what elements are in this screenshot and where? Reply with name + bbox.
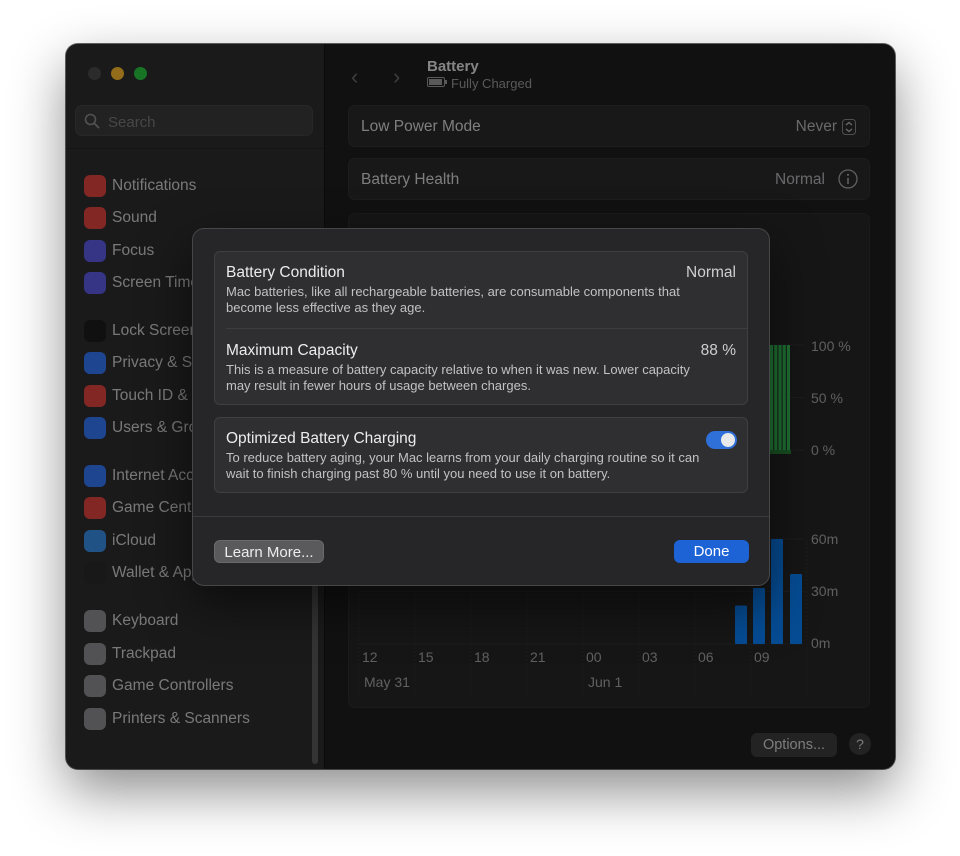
learn-more-button[interactable]: Learn More... [214,540,324,563]
toggle-knob [721,433,735,447]
battery-health-sheet: Battery Condition Normal Mac batteries, … [192,228,770,586]
battery-condition-title: Battery Condition [226,264,345,281]
battery-info-group: Battery Condition Normal Mac batteries, … [214,251,748,405]
battery-condition-value: Normal [686,264,736,281]
sheet-footer-separator [193,516,769,517]
optimized-charging-description: To reduce battery aging, your Mac learns… [226,450,700,481]
battery-condition-description: Mac batteries, like all rechargeable bat… [226,284,680,315]
maximum-capacity-description: This is a measure of battery capacity re… [226,362,690,393]
optimized-charging-toggle[interactable] [706,431,737,449]
done-button[interactable]: Done [674,540,749,563]
maximum-capacity-title: Maximum Capacity [226,342,358,359]
group-separator [226,328,747,329]
optimized-charging-title: Optimized Battery Charging [226,430,417,447]
maximum-capacity-value: 88 % [700,342,736,359]
optimized-charging-group: Optimized Battery Charging To reduce bat… [214,417,748,493]
